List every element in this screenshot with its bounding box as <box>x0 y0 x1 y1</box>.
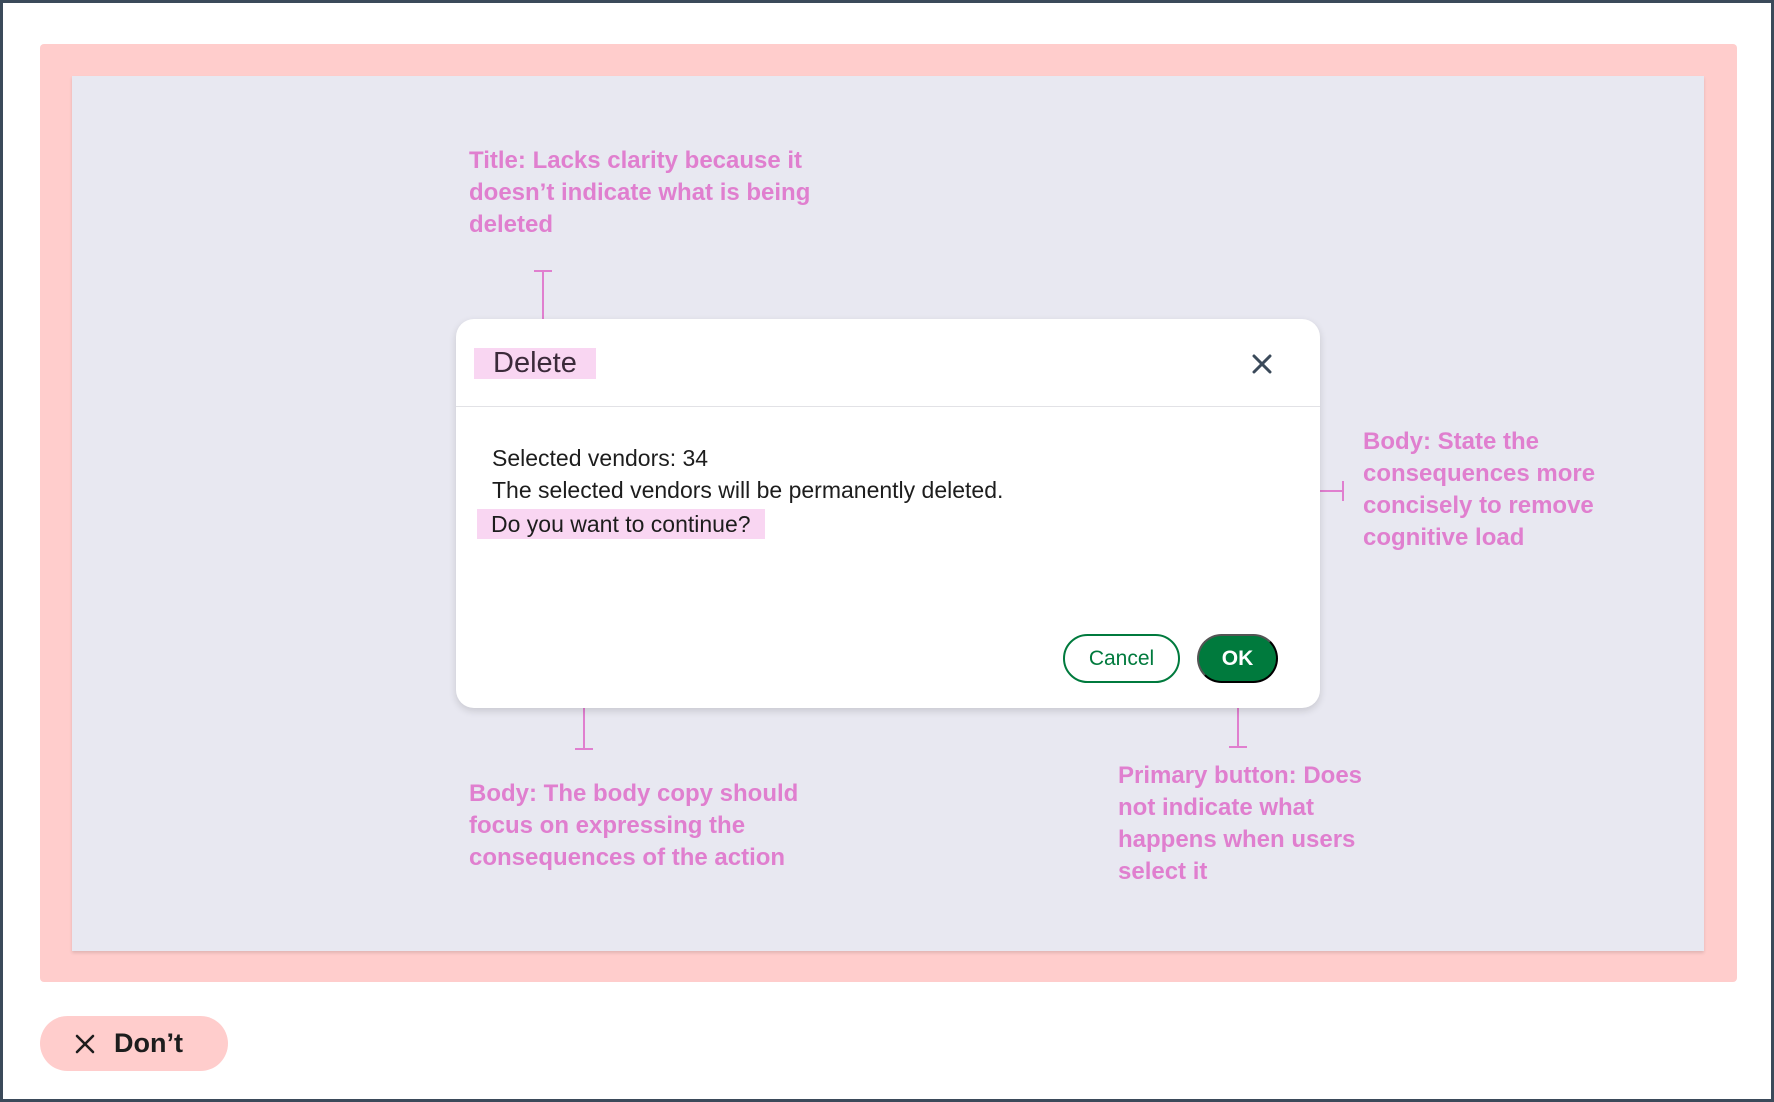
dont-badge: Don’t <box>40 1016 228 1071</box>
ok-button[interactable]: OK <box>1197 634 1278 683</box>
close-button[interactable] <box>1247 349 1277 379</box>
annotation-primary-button-note: Primary button: Does not indicate what h… <box>1118 762 1363 885</box>
dialog-title: Delete <box>474 348 596 379</box>
page-frame: Title: Lacks clarity because it doesn’t … <box>0 0 1774 1102</box>
annotation-body-focus-note: Body: The body copy should focus on expr… <box>469 780 799 871</box>
dialog-body-selected-count: Selected vendors: 34 <box>492 445 709 471</box>
dialog-body-question: Do you want to continue? <box>477 509 765 539</box>
annotation-body-consequences-note: Body: State the consequences more concis… <box>1363 428 1596 551</box>
close-icon <box>1252 354 1272 374</box>
dont-label: Don’t <box>114 1028 183 1058</box>
dialog-header: Delete <box>456 319 1320 407</box>
cancel-button[interactable]: Cancel <box>1063 634 1180 683</box>
delete-dialog: Delete Selected vendors: 34 The selected… <box>456 319 1320 708</box>
dialog-body-consequence: The selected vendors will be permanently… <box>492 477 1004 503</box>
x-icon <box>75 1034 95 1053</box>
annotation-title-note: Title: Lacks clarity because it doesn’t … <box>469 147 811 238</box>
